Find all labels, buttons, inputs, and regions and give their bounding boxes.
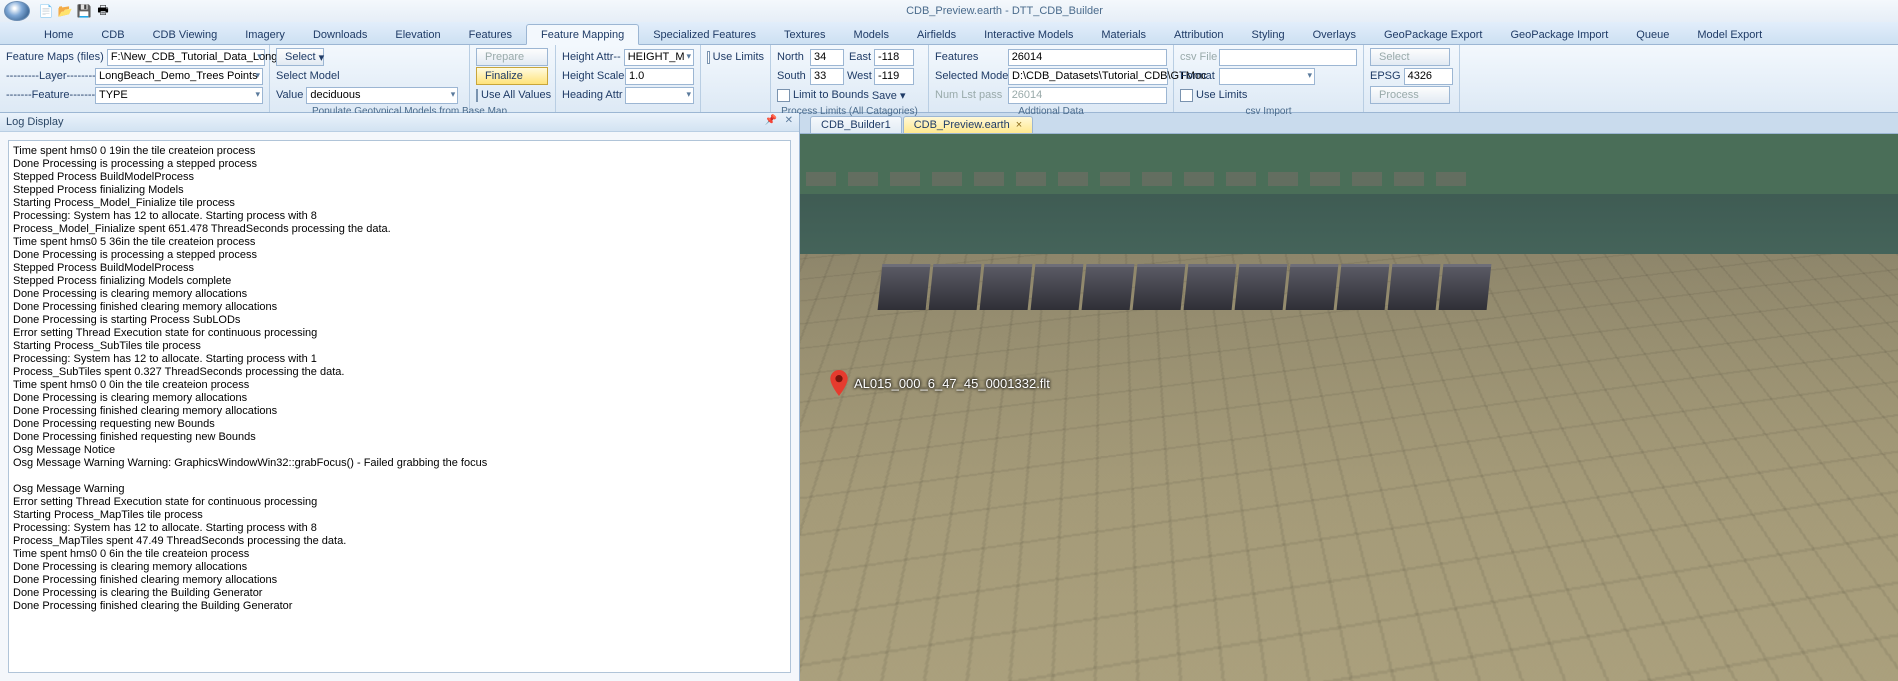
features-input[interactable]: 26014 [1008, 49, 1167, 66]
doc-tab-builder[interactable]: CDB_Builder1 [810, 116, 902, 133]
format-combo[interactable] [1219, 68, 1315, 85]
group-prepare: Prepare Finalize Use All Values [470, 45, 556, 112]
tab-materials[interactable]: Materials [1087, 25, 1160, 44]
tab-attribution[interactable]: Attribution [1160, 25, 1238, 44]
tab-model-export[interactable]: Model Export [1683, 25, 1776, 44]
tab-overlays[interactable]: Overlays [1299, 25, 1370, 44]
layer-combo[interactable]: LongBeach_Demo_Trees Points [95, 68, 263, 85]
tab-queue[interactable]: Queue [1622, 25, 1683, 44]
tab-imagery[interactable]: Imagery [231, 25, 299, 44]
group-height: Height Attr--HEIGHT_M Height Scale-1.0 H… [556, 45, 701, 112]
log-textarea[interactable]: Time spent hms0 0 19in the tile createio… [8, 140, 791, 673]
num-lst-pass-input: 26014 [1008, 87, 1167, 104]
epsg-input[interactable]: 4326 [1404, 68, 1453, 85]
select-model-label[interactable]: Select Model [276, 70, 340, 82]
print-icon[interactable]: 🖶 [95, 3, 111, 19]
tab-geopackage-export[interactable]: GeoPackage Export [1370, 25, 1496, 44]
value-label: Value [276, 89, 303, 101]
map-pin-icon [830, 370, 848, 396]
tab-feature-mapping[interactable]: Feature Mapping [526, 24, 639, 45]
title-bar: 📄 📂 💾 🖶 CDB_Preview.earth - DTT_CDB_Buil… [0, 0, 1898, 22]
log-pane-header: Log Display 📌 ✕ [0, 113, 799, 132]
value-combo[interactable]: deciduous [306, 87, 458, 104]
tab-close-icon[interactable]: × [1016, 119, 1022, 131]
marker-label: AL015_000_6_47_45_0001332.flt [854, 376, 1050, 391]
log-pane-title: Log Display [6, 116, 63, 128]
open-icon[interactable]: 📂 [57, 3, 73, 19]
ribbon-tabs: Home CDB CDB Viewing Imagery Downloads E… [0, 22, 1898, 45]
doc-tab-preview[interactable]: CDB_Preview.earth× [903, 116, 1033, 133]
select-button[interactable]: Select ▾ [276, 48, 324, 66]
log-pane: Log Display 📌 ✕ Time spent hms0 0 19in t… [0, 113, 800, 681]
group-additional-data: Features26014 Selected ModelD:\CDB_Datas… [929, 45, 1174, 112]
close-icon[interactable]: ✕ [785, 115, 793, 126]
quick-access-toolbar: 📄 📂 💾 🖶 [38, 3, 111, 19]
feature-maps-label: Feature Maps (files) [6, 51, 104, 63]
north-input[interactable]: 34 [810, 49, 844, 66]
feature-combo[interactable]: TYPE [95, 87, 263, 104]
tab-home[interactable]: Home [30, 25, 87, 44]
ribbon-body: Feature Maps (files) F:\New_CDB_Tutorial… [0, 45, 1898, 113]
tab-cdb-viewing[interactable]: CDB Viewing [139, 25, 232, 44]
window-title: CDB_Preview.earth - DTT_CDB_Builder [111, 5, 1898, 17]
tab-models[interactable]: Models [840, 25, 903, 44]
pin-icon[interactable]: 📌 [765, 115, 777, 126]
tab-features[interactable]: Features [455, 25, 526, 44]
selected-model-input[interactable]: D:\CDB_Datasets\Tutorial_CDB\GTMoc [1008, 68, 1168, 85]
viewer-pane: CDB_Builder1 CDB_Preview.earth× AL015_00… [800, 113, 1898, 681]
app-orb-button[interactable] [4, 1, 30, 21]
save-dropdown[interactable]: Save ▾ [872, 89, 906, 102]
group-csv-import: csv File Format Use Limits csv Import [1174, 45, 1364, 112]
tab-interactive-models[interactable]: Interactive Models [970, 25, 1087, 44]
feature-maps-combo[interactable]: F:\New_CDB_Tutorial_Data_LongBeach [107, 49, 265, 66]
tab-styling[interactable]: Styling [1238, 25, 1299, 44]
south-input[interactable]: 33 [810, 68, 844, 85]
height-attr-combo[interactable]: HEIGHT_M [624, 49, 694, 66]
limit-to-bounds-checkbox[interactable] [777, 89, 790, 102]
group-process-limits: North34 East-118 South33 West-119 Limit … [771, 45, 929, 112]
tab-elevation[interactable]: Elevation [381, 25, 454, 44]
finalize-button[interactable]: Finalize [476, 67, 548, 85]
use-limits-checkbox-1[interactable] [707, 51, 710, 64]
group-feature-source: Feature Maps (files) F:\New_CDB_Tutorial… [0, 45, 270, 112]
save-icon[interactable]: 💾 [76, 3, 92, 19]
group-use-limits-1: Use Limits [701, 45, 771, 112]
layer-label: ---------Layer-------- [6, 70, 92, 82]
feature-label: -------Feature------- [6, 89, 92, 101]
tab-geopackage-import[interactable]: GeoPackage Import [1496, 25, 1622, 44]
group-populate: Select ▾ Select Model Value deciduous Po… [270, 45, 470, 112]
select-csv-button[interactable]: Select [1370, 48, 1450, 66]
tab-airfields[interactable]: Airfields [903, 25, 970, 44]
tab-downloads[interactable]: Downloads [299, 25, 381, 44]
use-all-values-checkbox[interactable] [476, 89, 478, 102]
map-marker[interactable]: AL015_000_6_47_45_0001332.flt [830, 370, 1050, 396]
tab-textures[interactable]: Textures [770, 25, 840, 44]
content-area: Log Display 📌 ✕ Time spent hms0 0 19in t… [0, 113, 1898, 681]
process-button[interactable]: Process [1370, 86, 1450, 104]
prepare-button[interactable]: Prepare [476, 48, 548, 66]
use-limits-checkbox-2[interactable] [1180, 89, 1193, 102]
tab-cdb[interactable]: CDB [87, 25, 138, 44]
group-epsg: Select EPSG4326 Process [1364, 45, 1460, 112]
west-input[interactable]: -119 [874, 68, 914, 85]
height-scale-input[interactable]: 1.0 [625, 68, 694, 85]
east-input[interactable]: -118 [874, 49, 914, 66]
heading-attr-combo[interactable] [625, 87, 694, 104]
csv-file-input[interactable] [1219, 49, 1357, 66]
new-icon[interactable]: 📄 [38, 3, 54, 19]
3d-viewport[interactable]: AL015_000_6_47_45_0001332.flt [800, 133, 1898, 681]
tab-specialized-features[interactable]: Specialized Features [639, 25, 770, 44]
